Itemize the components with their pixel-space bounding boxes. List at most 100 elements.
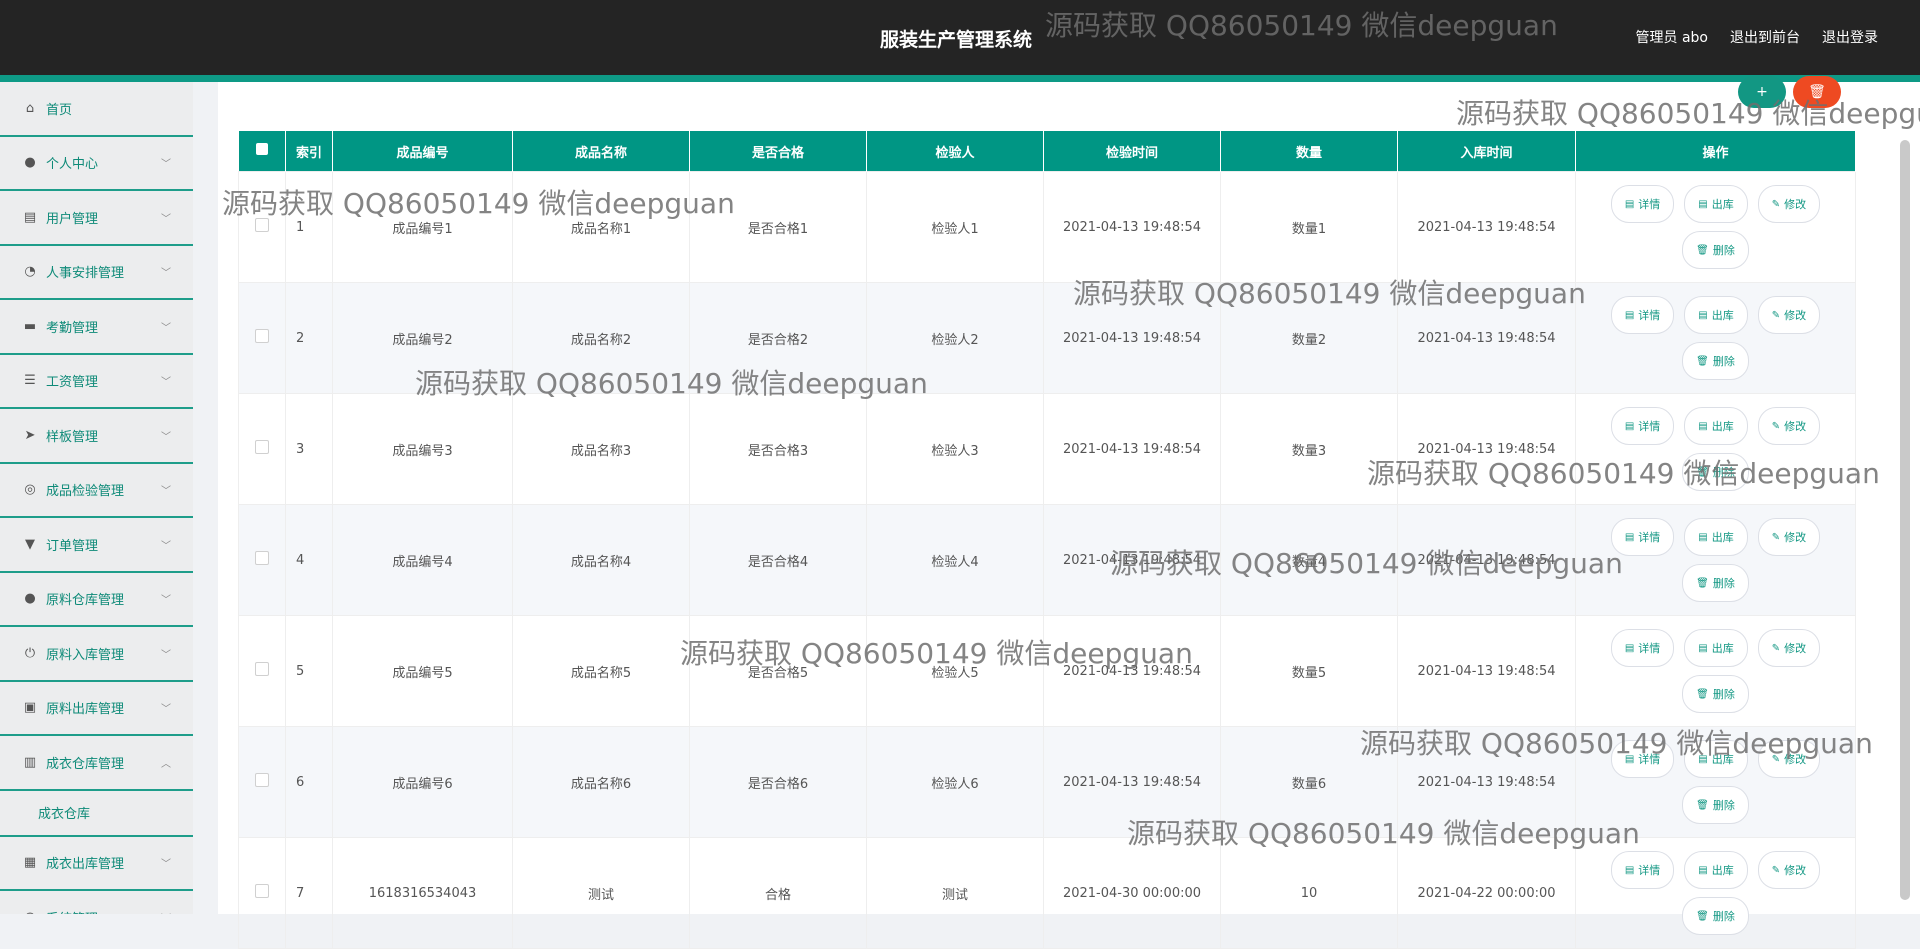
sidebar-item-6[interactable]: ➤ 样板管理 ﹀ bbox=[0, 409, 193, 464]
column-header: 数量 bbox=[1220, 131, 1398, 172]
table-row[interactable]: 3 成品编号3 成品名称3 是否合格3 检验人3 2021-04-13 19:48:54 数… bbox=[238, 393, 1856, 505]
button-label: 修改 bbox=[1784, 864, 1807, 877]
delete-button[interactable]: 🗑 删除 bbox=[1682, 342, 1749, 380]
table-cell: 2021-04-13 19:48:54 bbox=[1397, 171, 1576, 283]
outbound-button[interactable]: ▤ 出库 bbox=[1684, 407, 1748, 445]
to-front-link[interactable]: 退出到前台 bbox=[1730, 27, 1800, 47]
table-row[interactable]: 1 成品编号1 成品名称1 是否合格1 检验人1 2021-04-13 19:48:54 数… bbox=[238, 171, 1856, 283]
outbound-button[interactable]: ▤ 出库 bbox=[1684, 185, 1748, 223]
edit-button[interactable]: ✎ 修改 bbox=[1757, 740, 1821, 778]
sidebar-item-label: 考勤管理 bbox=[46, 320, 99, 336]
detail-button[interactable]: ▤ 详情 bbox=[1610, 407, 1675, 445]
logout-link[interactable]: 退出登录 bbox=[1822, 27, 1878, 47]
sidebar-item-4[interactable]: ▬ 考勤管理 ﹀ bbox=[0, 300, 193, 355]
sidebar-item-label: 成品检验管理 bbox=[46, 484, 125, 500]
edit-button[interactable]: ✎ 修改 bbox=[1757, 518, 1821, 556]
edit-icon: ✎ bbox=[1771, 864, 1781, 876]
ops-cell: ▤ 详情 ▤ 出库 ✎ 修改 🗑 删除 bbox=[1575, 615, 1856, 727]
sidebar-item-5[interactable]: ☰ 工资管理 ﹀ bbox=[0, 355, 193, 409]
edit-button[interactable]: ✎ 修改 bbox=[1757, 851, 1821, 889]
sidebar-item-2[interactable]: ▤ 用户管理 ﹀ bbox=[0, 191, 193, 246]
sidebar-item-7[interactable]: ◎ 成品检验管理 ﹀ bbox=[0, 464, 193, 518]
row-checkbox-cell[interactable] bbox=[238, 171, 286, 283]
table-row[interactable]: 2 成品编号2 成品名称2 是否合格2 检验人2 2021-04-13 19:48:54 数… bbox=[238, 282, 1856, 394]
edit-button[interactable]: ✎ 修改 bbox=[1757, 296, 1821, 334]
edit-button[interactable]: ✎ 修改 bbox=[1757, 407, 1821, 445]
table-cell: 3 bbox=[285, 393, 333, 505]
batch-delete-button[interactable]: 🗑 bbox=[1793, 76, 1841, 108]
delete-button[interactable]: 🗑 删除 bbox=[1682, 786, 1749, 824]
sidebar-item-0[interactable]: ⌂ 首页 bbox=[0, 82, 193, 137]
edit-button[interactable]: ✎ 修改 bbox=[1757, 185, 1821, 223]
sidebar-item-1[interactable]: ● 个人中心 ﹀ bbox=[0, 137, 193, 191]
scrollbar[interactable] bbox=[1900, 140, 1910, 900]
outbound-button[interactable]: ▤ 出库 bbox=[1684, 629, 1748, 667]
sidebar-item-14[interactable]: ◍ 系统管理 ﹀ bbox=[0, 891, 193, 914]
table-cell: 测试 bbox=[512, 837, 690, 949]
table-row[interactable]: 4 成品编号4 成品名称4 是否合格4 检验人4 2021-04-13 19:48:54 数… bbox=[238, 504, 1856, 616]
delete-button[interactable]: 🗑 删除 bbox=[1682, 231, 1749, 269]
row-checkbox-cell[interactable] bbox=[238, 282, 286, 394]
detail-button[interactable]: ▤ 详情 bbox=[1610, 740, 1675, 778]
column-header: 成品名称 bbox=[512, 131, 690, 172]
table-row[interactable]: 6 成品编号6 成品名称6 是否合格6 检验人6 2021-04-13 19:48:54 数… bbox=[238, 726, 1856, 838]
sidebar-item-label: 首页 bbox=[46, 102, 73, 118]
table-cell: 2021-04-22 00:00:00 bbox=[1397, 837, 1576, 949]
trash-icon: 🗑 bbox=[1696, 688, 1709, 700]
add-button[interactable]: + bbox=[1738, 76, 1786, 108]
sidebar-item-9[interactable]: ● 原料仓库管理 ﹀ bbox=[0, 573, 193, 627]
detail-button[interactable]: ▤ 详情 bbox=[1610, 629, 1675, 667]
select-all-checkbox[interactable] bbox=[238, 131, 286, 172]
delete-button[interactable]: 🗑 删除 bbox=[1682, 675, 1749, 713]
sidebar-item-11[interactable]: ▣ 原料出库管理 ﹀ bbox=[0, 682, 193, 736]
table-row[interactable]: 5 成品编号5 成品名称5 是否合格5 检验人5 2021-04-13 19:48:54 数… bbox=[238, 615, 1856, 727]
detail-button[interactable]: ▤ 详情 bbox=[1610, 296, 1675, 334]
sidebar-item-3[interactable]: ◔ 人事安排管理 ﹀ bbox=[0, 246, 193, 300]
app-title: 服装生产管理系统 bbox=[880, 29, 1033, 51]
sidebar-item-8[interactable]: ▼ 订单管理 ﹀ bbox=[0, 518, 193, 573]
table-row[interactable]: 7 1618316534043 测试 合格 测试 2021-04-30 00:00:00 1… bbox=[238, 837, 1856, 949]
table-cell: 数量4 bbox=[1220, 504, 1398, 616]
row-checkbox-cell[interactable] bbox=[238, 837, 286, 949]
book-icon: ▤ bbox=[23, 209, 37, 225]
chevron-down-icon: ﹀ bbox=[161, 910, 171, 915]
sidebar-subitem-finished-warehouse[interactable]: 成衣仓库 bbox=[0, 790, 193, 837]
sidebar-item-13[interactable]: ▦ 成衣出库管理 ﹀ bbox=[0, 837, 193, 891]
row-checkbox[interactable] bbox=[255, 218, 269, 232]
delete-button[interactable]: 🗑 删除 bbox=[1682, 897, 1749, 935]
outbound-button[interactable]: ▤ 出库 bbox=[1684, 518, 1748, 556]
sidebar-item-12[interactable]: ▥ 成衣仓库管理 ︿ bbox=[0, 736, 193, 791]
row-checkbox[interactable] bbox=[255, 440, 269, 454]
delete-button[interactable]: 🗑 删除 bbox=[1682, 453, 1749, 491]
outbound-button[interactable]: ▤ 出库 bbox=[1684, 851, 1748, 889]
row-checkbox[interactable] bbox=[255, 329, 269, 343]
column-header: 操作 bbox=[1575, 131, 1856, 172]
outbound-button[interactable]: ▤ 出库 bbox=[1684, 740, 1748, 778]
sidebar-item-label: 成衣出库管理 bbox=[46, 857, 125, 873]
delete-button[interactable]: 🗑 删除 bbox=[1682, 564, 1749, 602]
document-icon: ▤ bbox=[1624, 531, 1635, 543]
edit-icon: ✎ bbox=[1771, 309, 1781, 321]
chevron-down-icon: ﹀ bbox=[161, 859, 171, 871]
row-checkbox[interactable] bbox=[255, 773, 269, 787]
row-checkbox[interactable] bbox=[255, 662, 269, 676]
outbound-button[interactable]: ▤ 出库 bbox=[1684, 296, 1748, 334]
table-cell: 是否合格6 bbox=[689, 726, 867, 838]
button-label: 修改 bbox=[1784, 753, 1807, 766]
data-table: 索引 成品编号 成品名称 是否合格 检验人 检验时间 数量 入库时间 操作 1 成品编号1 成品名称… bbox=[238, 131, 1856, 949]
row-checkbox[interactable] bbox=[255, 551, 269, 565]
detail-button[interactable]: ▤ 详情 bbox=[1610, 518, 1675, 556]
row-checkbox-cell[interactable] bbox=[238, 504, 286, 616]
button-label: 删除 bbox=[1712, 688, 1735, 701]
row-checkbox-cell[interactable] bbox=[238, 615, 286, 727]
sidebar-item-10[interactable]: ⏻ 原料入库管理 ﹀ bbox=[0, 627, 193, 682]
column-header: 检验时间 bbox=[1043, 131, 1221, 172]
row-checkbox-cell[interactable] bbox=[238, 393, 286, 505]
edit-button[interactable]: ✎ 修改 bbox=[1757, 629, 1821, 667]
detail-button[interactable]: ▤ 详情 bbox=[1610, 851, 1675, 889]
row-checkbox[interactable] bbox=[255, 884, 269, 898]
button-label: 修改 bbox=[1784, 420, 1807, 433]
row-checkbox-cell[interactable] bbox=[238, 726, 286, 838]
button-label: 出库 bbox=[1711, 753, 1734, 766]
detail-button[interactable]: ▤ 详情 bbox=[1610, 185, 1675, 223]
